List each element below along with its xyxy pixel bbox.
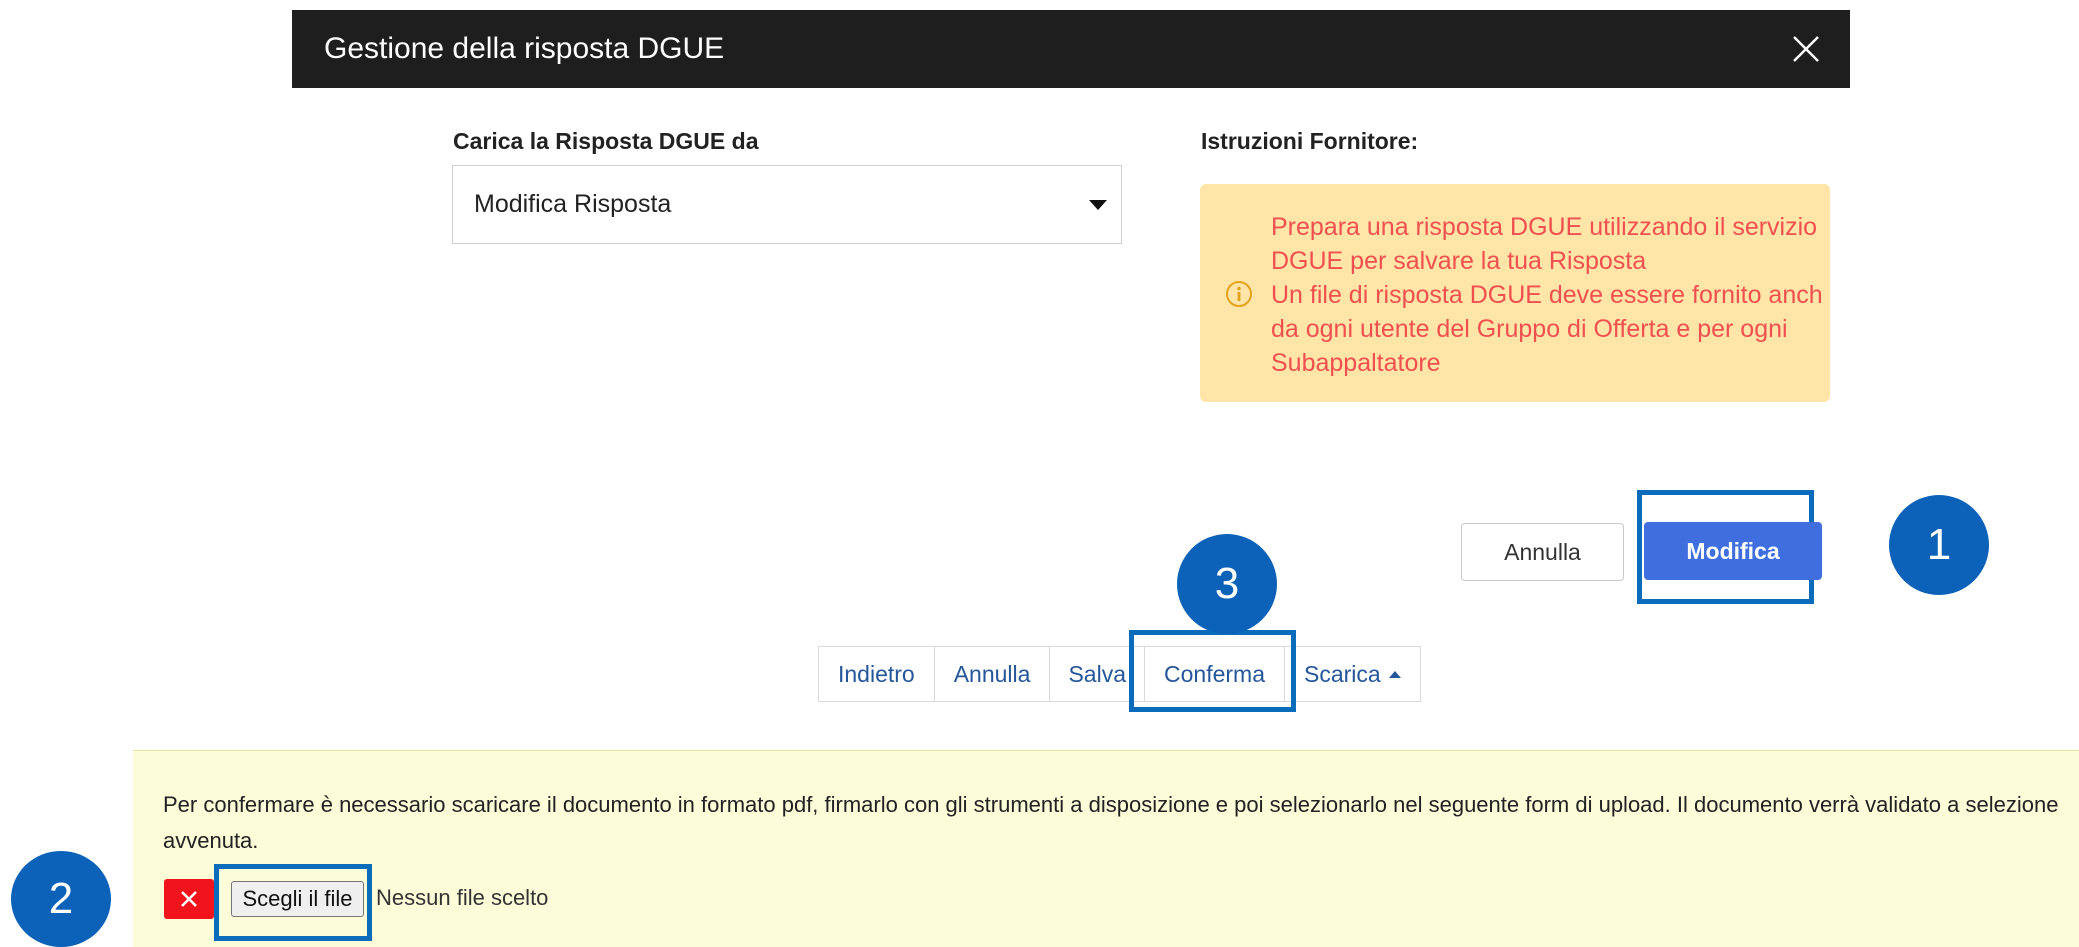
upload-notice-text: Per confermare è necessario scaricare il… bbox=[163, 792, 2059, 853]
load-source-value: Modifica Risposta bbox=[474, 190, 672, 218]
highlight-choose-file bbox=[214, 864, 372, 941]
info-icon bbox=[1226, 281, 1252, 307]
caret-up-icon bbox=[1388, 670, 1401, 678]
step-badge-1: 1 bbox=[1889, 495, 1989, 595]
highlight-confirm bbox=[1129, 630, 1296, 712]
toolbar-cancel-button[interactable]: Annulla bbox=[935, 647, 1051, 701]
step-badge-2: 2 bbox=[11, 851, 111, 947]
close-icon[interactable] bbox=[1788, 31, 1824, 67]
load-source-select[interactable]: Modifica Risposta bbox=[452, 165, 1122, 244]
modal-header: Gestione della risposta DGUE bbox=[292, 10, 1850, 88]
modal-title: Gestione della risposta DGUE bbox=[324, 32, 725, 65]
action-toolbar: Indietro Annulla Salva Conferma Scarica bbox=[818, 646, 1421, 702]
upload-notice: Per confermare è necessario scaricare il… bbox=[133, 750, 2079, 947]
cancel-button[interactable]: Annulla bbox=[1461, 523, 1624, 581]
load-source-label: Carica la Risposta DGUE da bbox=[453, 128, 759, 154]
caret-down-icon bbox=[1089, 200, 1107, 210]
modify-button[interactable]: Modifica bbox=[1644, 522, 1822, 580]
back-button[interactable]: Indietro bbox=[819, 647, 935, 701]
instructions-text: Prepara una risposta DGUE utilizzando il… bbox=[1271, 213, 1823, 377]
remove-file-button[interactable] bbox=[164, 879, 214, 919]
download-label: Scarica bbox=[1303, 660, 1381, 687]
download-button[interactable]: Scarica bbox=[1285, 647, 1420, 701]
instructions-box: Prepara una risposta DGUE utilizzando il… bbox=[1200, 184, 1830, 402]
step-badge-3: 3 bbox=[1177, 534, 1277, 634]
instructions-label: Istruzioni Fornitore: bbox=[1201, 128, 1419, 154]
file-status: Nessun file scelto bbox=[376, 885, 549, 910]
close-icon bbox=[181, 891, 197, 907]
